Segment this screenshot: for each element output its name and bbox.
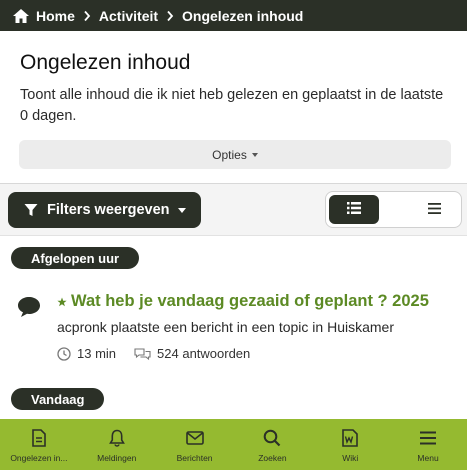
nav-label: Berichten (176, 453, 213, 463)
view-condensed-button[interactable] (329, 195, 379, 224)
nav-notifications[interactable]: Meldingen (78, 419, 156, 470)
filters-label: Filters weergeven (47, 202, 170, 218)
topic-meta: acpronk plaatste een bericht in een topi… (57, 319, 394, 335)
nav-label: Zoeken (258, 453, 287, 463)
forum-link[interactable]: Huiskamer (327, 319, 394, 335)
page-header: Ongelezen inhoud Toont alle inhoud die i… (0, 31, 467, 184)
speech-bubble-icon (16, 295, 42, 319)
list-icon (427, 201, 441, 219)
topic-replies: 524 antwoorden (134, 346, 250, 361)
nav-label: Menu (417, 453, 439, 463)
comments-icon (134, 347, 151, 361)
nav-label: Wiki (342, 453, 359, 463)
section-badge-last-hour: Afgelopen uur (11, 247, 140, 269)
topic-title-link[interactable]: Wat heb je vandaag gezaaid of geplant ? … (57, 292, 429, 311)
breadcrumb-home-label: Home (36, 7, 75, 24)
options-button[interactable]: Opties (19, 140, 451, 169)
bottom-navigation: Ongelezen in... Meldingen Berichten Zoek… (0, 419, 467, 470)
nav-unread[interactable]: Ongelezen in... (0, 419, 78, 470)
breadcrumb-activiteit-label: Activiteit (98, 7, 159, 24)
page-title: Ongelezen inhoud (20, 51, 191, 74)
section-label: Vandaag (31, 391, 85, 407)
time-label: 13 min (77, 346, 117, 361)
section-badge-today: Vandaag (11, 388, 105, 410)
filter-icon (24, 203, 38, 217)
filters-button[interactable]: Filters weergeven (8, 192, 201, 228)
breadcrumb-activiteit[interactable]: Activiteit (99, 8, 158, 24)
wiki-icon (340, 428, 360, 448)
nav-messages[interactable]: Berichten (156, 419, 234, 470)
section-label: Afgelopen uur (31, 250, 120, 266)
chevron-right-icon (166, 10, 174, 22)
nav-label: Ongelezen in... (10, 453, 68, 463)
replies-label: 524 antwoorden (157, 346, 251, 361)
page-description: Toont alle inhoud die ik niet heb geleze… (20, 87, 444, 124)
topic-time: 13 min (57, 346, 116, 361)
breadcrumb-current-label: Ongelezen inhoud (182, 7, 304, 24)
nav-search[interactable]: Zoeken (233, 419, 311, 470)
clock-icon (57, 346, 71, 361)
nav-wiki[interactable]: Wiki (311, 419, 389, 470)
menu-icon (418, 428, 438, 448)
document-icon (29, 428, 49, 448)
nav-label: Meldingen (97, 453, 137, 463)
breadcrumb: Home Activiteit Ongelezen inhoud (0, 0, 467, 31)
topic-stats: 13 min 524 antwoorden (57, 346, 268, 361)
breadcrumb-current[interactable]: Ongelezen inhoud (182, 8, 303, 24)
view-list-button[interactable] (409, 195, 459, 224)
unread-star-icon (57, 297, 67, 307)
home-icon (12, 8, 30, 24)
toolbar: Filters weergeven (0, 184, 467, 236)
caret-down-icon (251, 152, 258, 157)
bell-icon (107, 428, 127, 448)
grid-list-icon (347, 201, 361, 219)
view-mode-toggle (325, 191, 462, 228)
chevron-right-icon (83, 10, 91, 22)
breadcrumb-home[interactable]: Home (12, 8, 75, 24)
search-icon (262, 428, 282, 448)
caret-down-icon (177, 207, 186, 213)
options-label: Opties (212, 147, 247, 162)
topic-row: Wat heb je vandaag gezaaid of geplant ? … (0, 282, 467, 377)
envelope-icon (185, 428, 205, 448)
nav-menu[interactable]: Menu (389, 419, 467, 470)
author-link[interactable]: acpronk (57, 319, 107, 335)
action-text: plaatste een bericht in een topic in (110, 319, 324, 335)
topic-title: Wat heb je vandaag gezaaid of geplant ? … (71, 292, 429, 310)
